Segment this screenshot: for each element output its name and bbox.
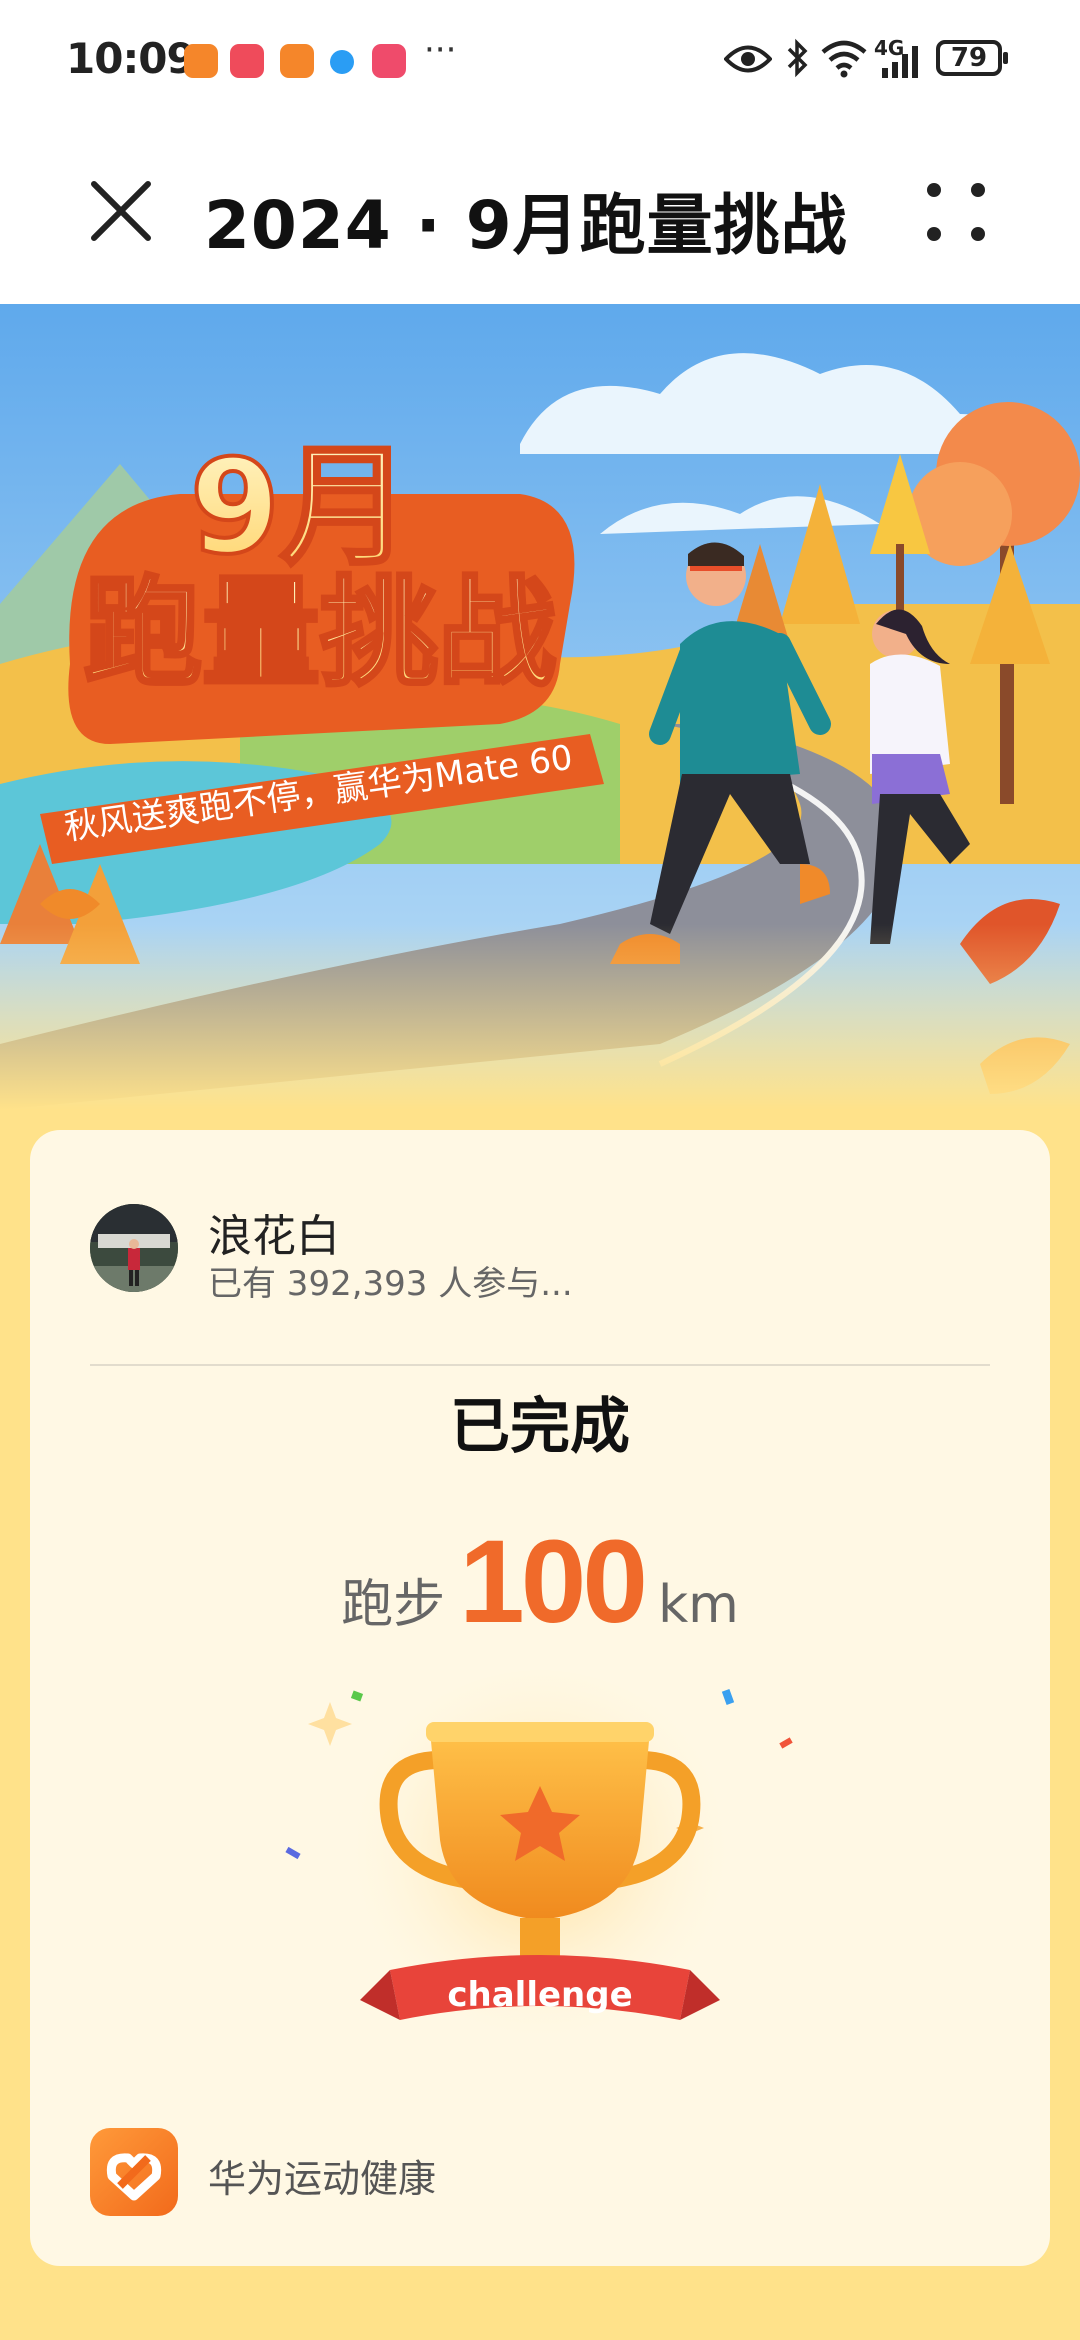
close-icon[interactable] bbox=[88, 178, 154, 244]
bluetooth-icon bbox=[787, 38, 808, 78]
gallery-icon bbox=[372, 44, 406, 78]
trophy-icon: challenge bbox=[285, 1670, 793, 2070]
wifi-icon bbox=[821, 40, 867, 78]
app-name: 华为运动健康 bbox=[208, 2157, 437, 2201]
huawei-health-icon bbox=[280, 44, 314, 78]
huawei-health-icon bbox=[184, 44, 218, 78]
distance-unit: km bbox=[658, 1575, 739, 1635]
signal-icon bbox=[882, 46, 918, 78]
challenge-banner: 9月 跑量挑战 秋风送爽跑不停，赢华为Mate 60 bbox=[0, 304, 1080, 1110]
banner-headline: 跑量挑战 bbox=[84, 564, 556, 702]
browser-icon bbox=[330, 50, 354, 74]
status-time: 10:09 bbox=[66, 34, 196, 83]
battery-indicator: 79 bbox=[936, 40, 1008, 76]
huawei-health-logo-icon bbox=[90, 2128, 178, 2216]
distance-value: 100 bbox=[459, 1516, 648, 1648]
autumn-running-illustration: 9月 跑量挑战 秋风送爽跑不停，赢华为Mate 60 bbox=[0, 304, 1080, 1110]
more-options-icon[interactable] bbox=[920, 176, 992, 248]
avatar[interactable] bbox=[90, 1204, 178, 1292]
user-name: 浪花白 bbox=[208, 1211, 340, 1262]
eye-comfort-icon bbox=[724, 45, 772, 73]
challenge-result-card: 浪花白 已有 392,393 人参与... 已完成 跑步 100 km chal… bbox=[30, 1130, 1050, 2266]
challenge-status: 已完成 bbox=[450, 1392, 630, 1462]
distance-label: 跑步 bbox=[341, 1575, 446, 1635]
participant-count: 已有 392,393 人参与... bbox=[208, 1264, 573, 1304]
more-notifications-icon: ··· bbox=[424, 30, 457, 70]
page-title: 2024 · 9月跑量挑战 bbox=[204, 187, 848, 264]
huawei-app-icon bbox=[230, 44, 264, 78]
status-bar: 10:09 ··· 4G 79 bbox=[0, 0, 1080, 120]
banner-headline-month: 9月 bbox=[190, 431, 410, 583]
challenge-badge-label: challenge bbox=[447, 1975, 632, 2015]
distance-summary: 跑步 100 km bbox=[30, 1514, 1050, 1650]
divider bbox=[90, 1364, 990, 1366]
app-header: 2024 · 9月跑量挑战 bbox=[0, 120, 1080, 304]
